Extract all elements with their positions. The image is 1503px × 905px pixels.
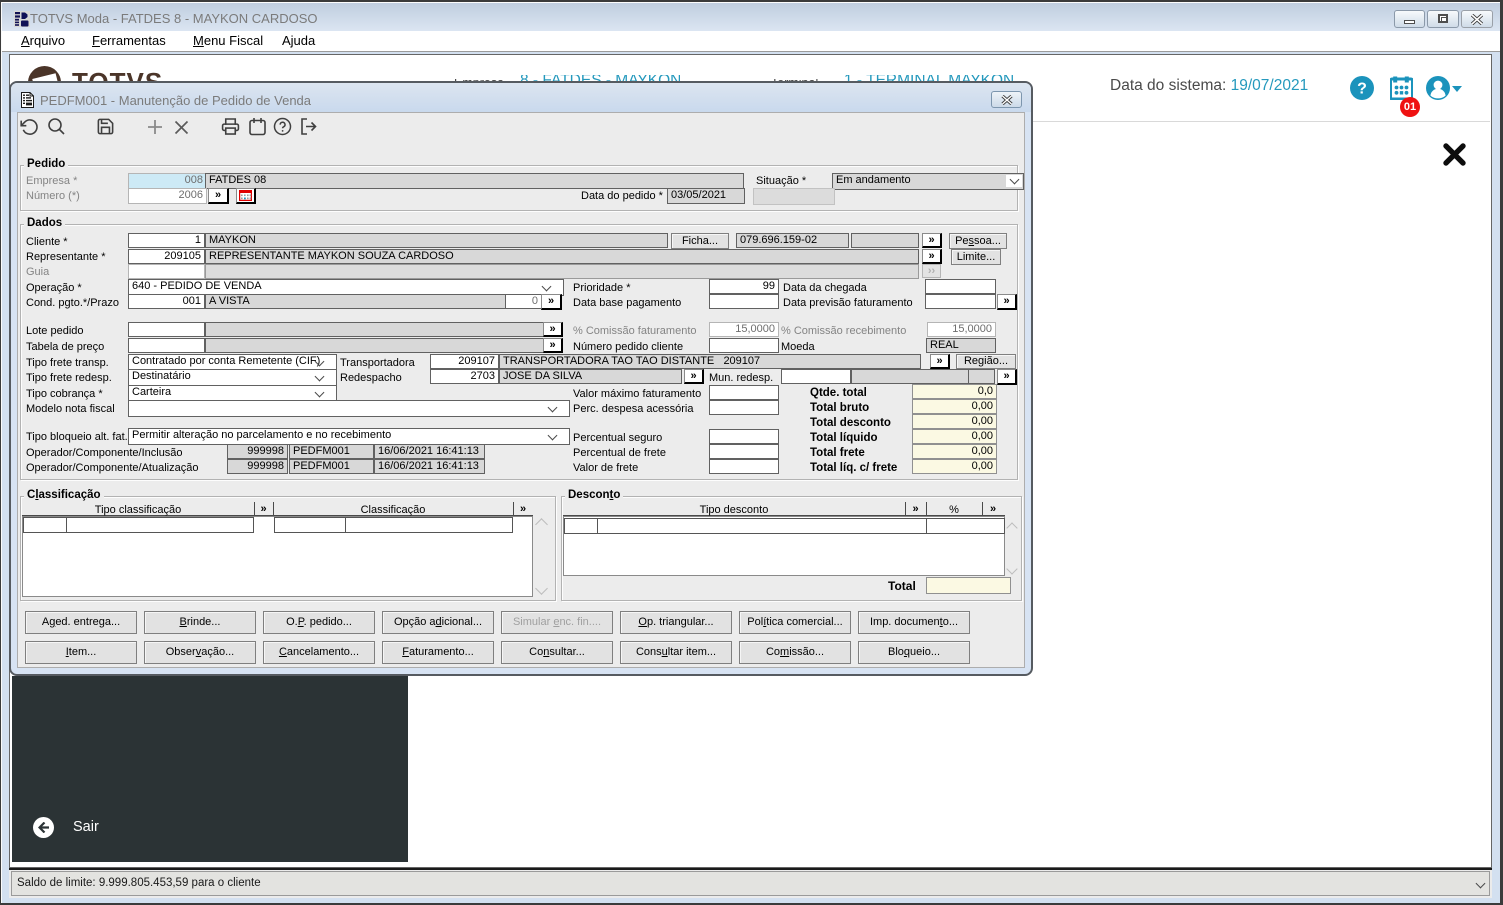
svg-text:?: ? — [1357, 81, 1367, 98]
